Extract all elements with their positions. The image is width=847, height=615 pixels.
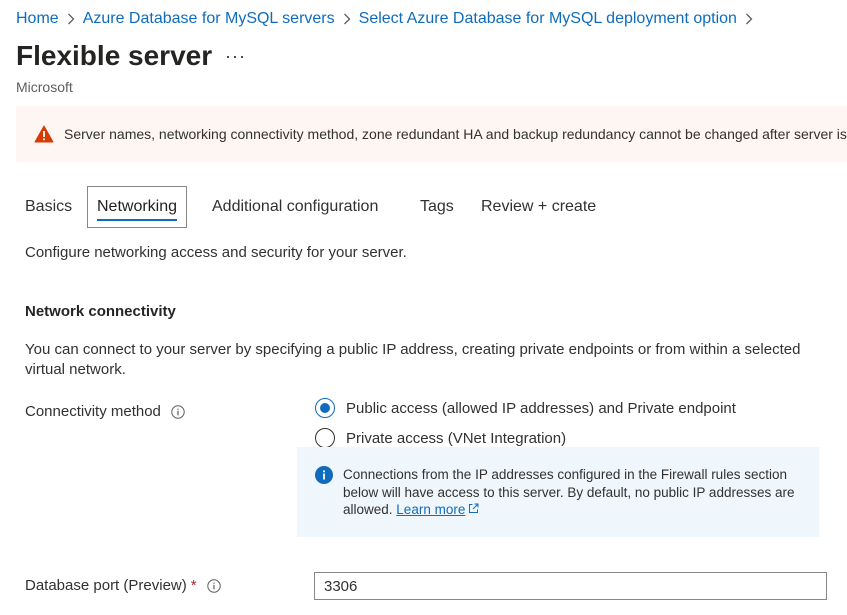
breadcrumb-home[interactable]: Home: [16, 10, 59, 28]
radio-private-access[interactable]: Private access (VNet Integration): [315, 428, 566, 448]
info-icon[interactable]: [171, 404, 185, 419]
info-icon[interactable]: [206, 578, 221, 593]
chevron-right-icon: [343, 13, 351, 25]
tab-tags[interactable]: Tags: [420, 186, 454, 228]
radio-public-access-circle[interactable]: [315, 398, 335, 418]
learn-more-label: Learn more: [396, 502, 466, 517]
more-options-button[interactable]: ···: [225, 46, 246, 67]
info-message: Connections from the IP addresses config…: [297, 447, 819, 537]
breadcrumb: Home Azure Database for MySQL servers Se…: [16, 10, 761, 28]
radio-private-access-label: Private access (VNet Integration): [346, 429, 567, 447]
tab-review-create[interactable]: Review + create: [481, 186, 596, 228]
learn-more-link[interactable]: Learn more: [396, 502, 465, 517]
required-marker: *: [190, 577, 197, 594]
info-message-text: Connections from the IP addresses config…: [343, 466, 803, 537]
section-description: You can connect to your server by specif…: [25, 341, 801, 378]
radio-private-access-circle[interactable]: [315, 428, 335, 448]
chevron-right-icon: [745, 13, 753, 25]
database-port-input[interactable]: [314, 572, 827, 600]
radio-public-access[interactable]: Public access (allowed IP addresses) and…: [315, 398, 736, 418]
external-link-icon: [468, 501, 479, 519]
breadcrumb-mysql-servers[interactable]: Azure Database for MySQL servers: [83, 10, 335, 28]
warning-icon: [34, 125, 54, 143]
connectivity-method-label: Connectivity method: [25, 403, 185, 420]
radio-public-access-label: Public access (allowed IP addresses) and…: [346, 399, 736, 417]
tab-description: Configure networking access and security…: [25, 244, 407, 261]
section-heading: Network connectivity: [25, 303, 176, 320]
connectivity-method-text: Connectivity method: [25, 403, 161, 420]
tab-networking-label: Networking: [97, 198, 178, 215]
tab-additional-configuration[interactable]: Additional configuration: [212, 186, 378, 228]
info-filled-icon: [315, 466, 333, 537]
warning-text: Server names, networking connectivity me…: [64, 126, 847, 142]
breadcrumb-deployment-option[interactable]: Select Azure Database for MySQL deployme…: [359, 10, 737, 28]
database-port-text: Database port (Preview): [25, 577, 187, 594]
database-port-label: Database port (Preview) *: [25, 577, 221, 594]
warning-banner: Server names, networking connectivity me…: [16, 106, 847, 162]
chevron-right-icon: [67, 13, 75, 25]
page-subtitle: Microsoft: [16, 79, 73, 95]
tab-basics[interactable]: Basics: [25, 186, 72, 228]
tab-networking[interactable]: Networking: [87, 186, 188, 228]
page-title: Flexible server: [16, 40, 213, 71]
